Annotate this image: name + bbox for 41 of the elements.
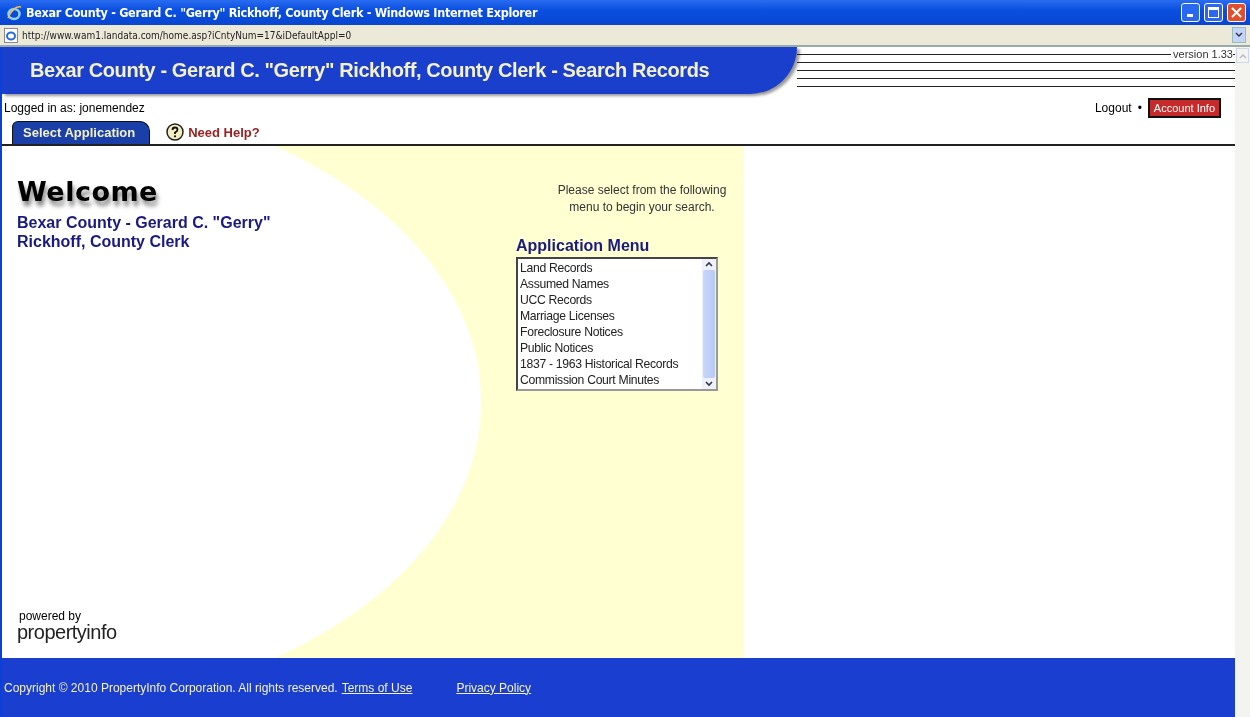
account-info-button[interactable]: Account Info	[1147, 98, 1221, 118]
powered-by-logo: powered by propertyinfo	[17, 610, 118, 642]
list-item[interactable]: Assumed Names	[520, 276, 700, 292]
menu-heading: Application Menu	[516, 237, 650, 255]
chevron-up-icon	[704, 259, 714, 269]
logged-in-label: Logged in as: jonemendez	[4, 101, 145, 115]
list-item[interactable]: Marriage Licenses	[520, 308, 700, 324]
version-label: version 1.33	[1171, 48, 1233, 60]
chevron-down-icon	[1235, 32, 1243, 38]
list-item[interactable]: 1837 - 1963 Historical Records	[520, 356, 700, 372]
help-link[interactable]: Need Help?	[188, 124, 260, 140]
logout-link[interactable]: Logout	[1094, 101, 1132, 115]
footer-link[interactable]: Terms of Use	[341, 680, 413, 695]
chevron-down-icon	[704, 379, 714, 389]
list-item[interactable]: Foreclosure Notices	[520, 324, 700, 340]
window-title: Bexar County - Gerard C. "Gerry" Rickhoff, County Clerk - Windows Internet Explorer	[26, 5, 539, 20]
close-button[interactable]	[1227, 3, 1246, 22]
help-icon	[166, 123, 185, 141]
site-title: Bexar County - Gerard C. "Gerry" Rickhoff, County Clerk - Search Records	[30, 59, 710, 82]
listbox-scrollbar[interactable]	[702, 259, 716, 389]
tab[interactable]: Select Application	[12, 121, 151, 144]
copyright-text: Copyright © 2010 PropertyInfo Corporation. All rights reserved.	[4, 680, 338, 695]
footer-link[interactable]: Privacy Policy	[456, 680, 532, 695]
browser-logo-icon	[6, 4, 22, 21]
welcome-heading: Welcome	[17, 176, 159, 207]
scrollbar[interactable]	[1235, 47, 1250, 717]
page-icon	[4, 27, 18, 43]
maximize-icon	[1208, 7, 1219, 18]
list-item[interactable]: Public Notices	[520, 340, 700, 356]
minimize-button[interactable]	[1181, 3, 1200, 22]
address-dropdown-button[interactable]	[1232, 27, 1246, 43]
list-item[interactable]: UCC Records	[520, 292, 700, 308]
list-item[interactable]: Commission Court Minutes	[520, 372, 700, 388]
instructions-text: Please select from the following menu to begin your search.	[556, 182, 728, 216]
close-icon	[1231, 7, 1242, 18]
maximize-button[interactable]	[1204, 3, 1223, 22]
separator-dot: •	[1137, 101, 1142, 115]
application-listbox[interactable]: Land Records Assumed Names UCC Records Marriage Licenses Foreclosure Notices Public Notices 1837 - 1963 Historical Records Commission Court Minutes	[516, 257, 718, 391]
list-item[interactable]: Land Records	[520, 260, 700, 276]
county-subtitle: Bexar County - Gerard C. "Gerry" Rickhoff, County Clerk	[17, 213, 272, 251]
chevron-up-icon	[1238, 52, 1247, 59]
